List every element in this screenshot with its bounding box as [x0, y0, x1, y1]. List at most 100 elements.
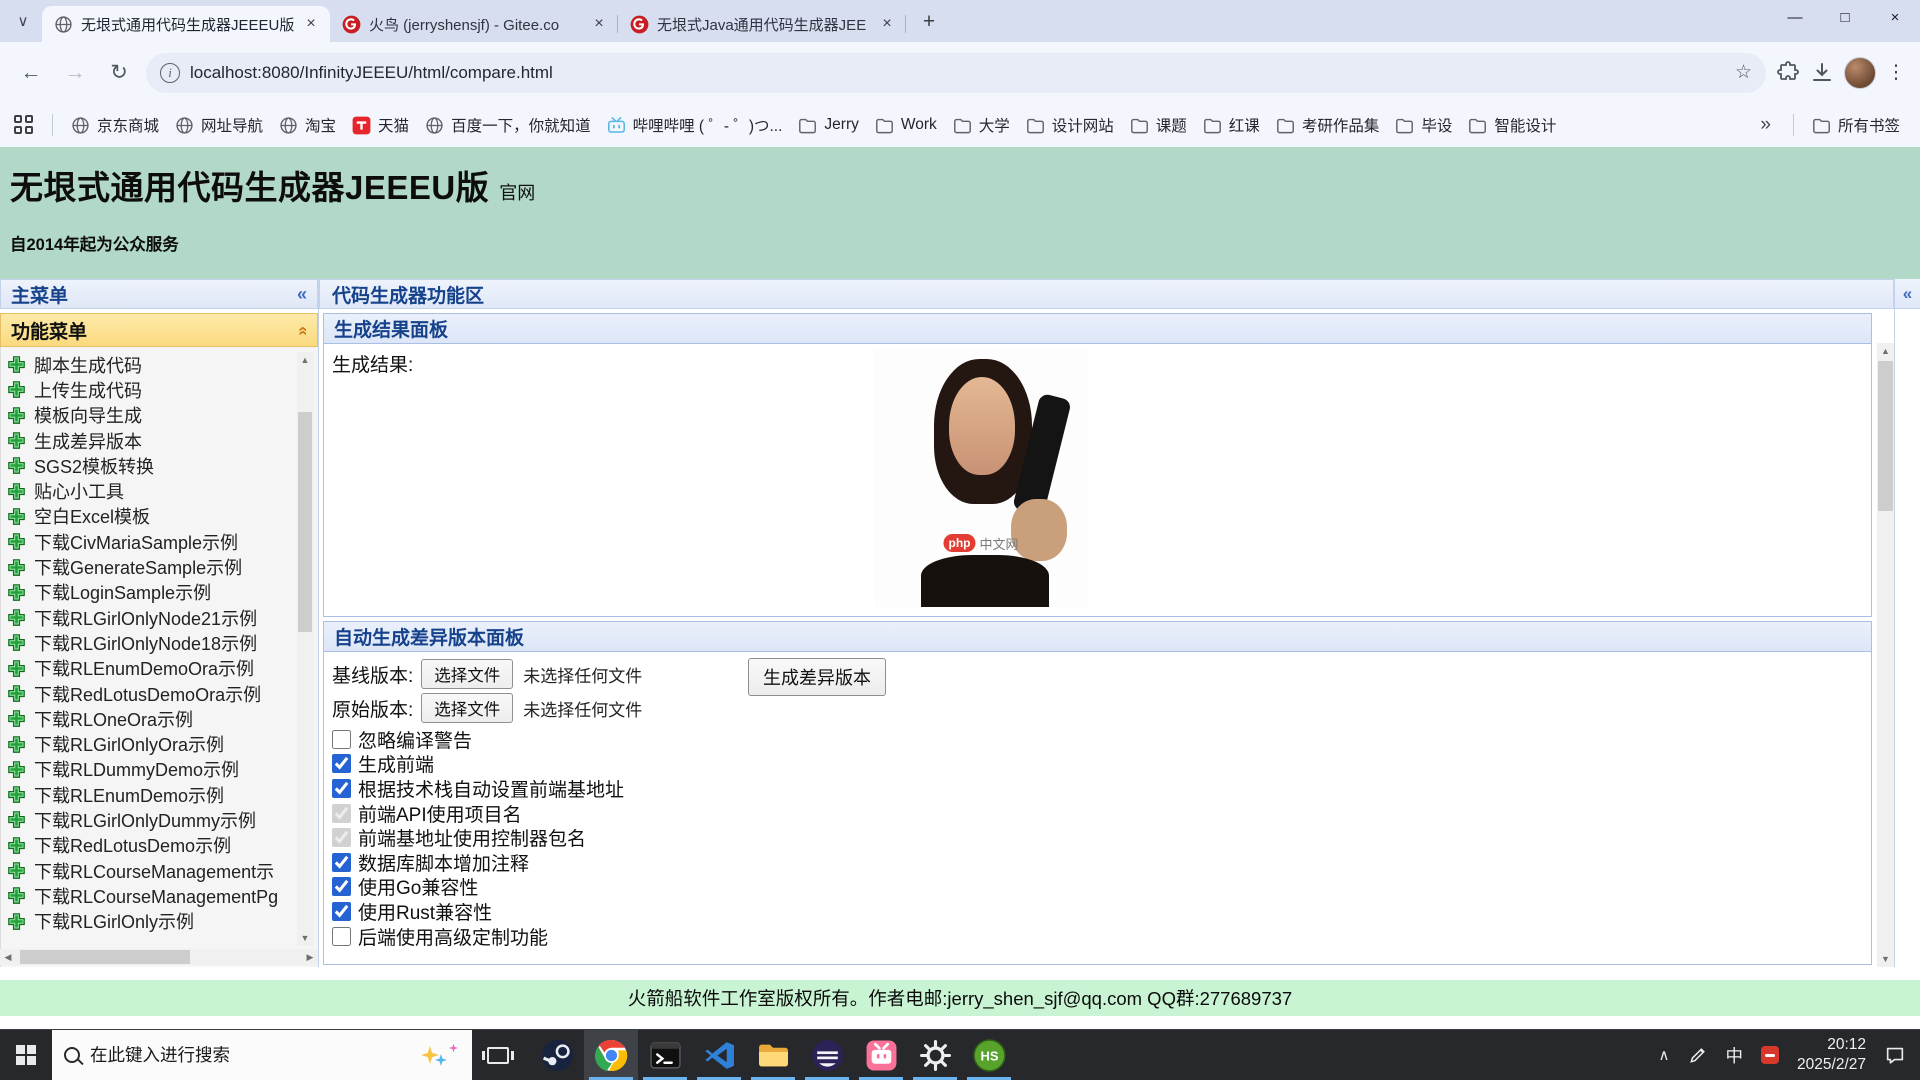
scroll-up-icon[interactable]: ▲ [297, 352, 313, 368]
vscode-icon[interactable] [692, 1030, 746, 1080]
sidebar-vertical-scrollbar[interactable]: ▲ ▼ [297, 352, 313, 946]
function-menu-header[interactable]: 功能菜单 « [0, 313, 318, 347]
bookmark-item[interactable]: Jerry [792, 112, 864, 139]
bookmark-item[interactable]: 毕设 [1389, 110, 1458, 140]
expand-panel-icon[interactable]: « [1895, 279, 1920, 309]
browser-tab[interactable]: 火鸟 (jerryshensjf) - Gitee.co × [330, 6, 618, 42]
sidebar-menu-item[interactable]: 下载LoginSample示例 [7, 580, 318, 605]
sidebar-menu-item[interactable]: 模板向导生成 [7, 403, 318, 428]
diff-option-checkbox[interactable] [332, 853, 351, 872]
profile-avatar[interactable] [1844, 57, 1876, 89]
sidebar-menu-item[interactable]: SGS2模板转换 [7, 453, 318, 478]
main-menu-header[interactable]: 主菜单 « [0, 279, 318, 309]
terminal-icon[interactable] [638, 1030, 692, 1080]
back-icon[interactable]: ← [14, 56, 48, 90]
sidebar-menu-item[interactable]: 空白Excel模板 [7, 504, 318, 529]
scroll-up-icon[interactable]: ▲ [1877, 343, 1894, 359]
scroll-down-icon[interactable]: ▼ [297, 930, 313, 946]
site-info-icon[interactable]: i [160, 63, 180, 83]
diff-option-checkbox[interactable] [332, 902, 351, 921]
bilibili-app-icon[interactable] [854, 1030, 908, 1080]
bookmark-star-icon[interactable]: ☆ [1735, 61, 1752, 84]
search-highlights-icon[interactable] [421, 1044, 458, 1066]
sidebar-menu-item[interactable]: 下载RLEnumDemo示例 [7, 782, 318, 807]
chrome-icon[interactable] [584, 1030, 638, 1080]
scroll-right-icon[interactable]: ▶ [302, 949, 318, 965]
browser-tab[interactable]: 无垠式Java通用代码生成器JEE × [618, 6, 906, 42]
diff-option-checkbox[interactable] [332, 828, 351, 847]
diff-option-checkbox[interactable] [332, 804, 351, 823]
refresh-icon[interactable]: ↻ [102, 56, 136, 90]
bookmark-item[interactable]: 哔哩哔哩 ( ゜- ゜)つ... [601, 110, 789, 140]
address-bar[interactable]: i localhost:8080/InfinityJEEEU/html/comp… [146, 53, 1766, 93]
sidebar-menu-item[interactable]: 脚本生成代码 [7, 352, 318, 377]
extensions-icon[interactable] [1776, 61, 1800, 85]
pen-icon[interactable] [1688, 1045, 1708, 1065]
sidebar-menu-item[interactable]: 下载RLGirlOnlyOra示例 [7, 731, 318, 756]
diff-option-checkbox[interactable] [332, 730, 351, 749]
sidebar-menu-item[interactable]: 下载RLDummyDemo示例 [7, 757, 318, 782]
bookmark-item[interactable]: 网址导航 [169, 110, 269, 140]
sidebar-menu-item[interactable]: 贴心小工具 [7, 478, 318, 503]
window-minimize-icon[interactable]: — [1770, 0, 1820, 34]
main-vertical-scrollbar[interactable]: ▲ ▼ [1877, 343, 1894, 967]
bookmark-item[interactable]: 大学 [947, 110, 1016, 140]
sidebar-menu-item[interactable]: 下载RLGirlOnlyDummy示例 [7, 807, 318, 832]
bookmark-item[interactable]: 红课 [1197, 110, 1266, 140]
bookmark-item[interactable]: 京东商城 [65, 110, 165, 140]
sidebar-menu-item[interactable]: 下载RLGirlOnlyNode21示例 [7, 605, 318, 630]
scrollbar-thumb[interactable] [298, 412, 312, 632]
apps-grid-icon[interactable] [14, 115, 34, 135]
forward-icon[interactable]: → [58, 56, 92, 90]
tray-expand-icon[interactable]: ∧ [1659, 1046, 1670, 1064]
hbuilder-icon[interactable] [962, 1030, 1016, 1080]
explorer-icon[interactable] [746, 1030, 800, 1080]
bookmark-item[interactable]: 百度一下，你就知道 [419, 110, 597, 140]
new-tab-button[interactable]: + [914, 8, 944, 38]
scrollbar-thumb[interactable] [1878, 361, 1893, 511]
sidebar-menu-item[interactable]: 下载RLOneOra示例 [7, 706, 318, 731]
sidebar-menu-item[interactable]: 下载RLCourseManagement示 [7, 858, 318, 883]
downloads-icon[interactable] [1810, 61, 1834, 85]
sidebar-menu-item[interactable]: 生成差异版本 [7, 428, 318, 453]
all-bookmarks-item[interactable]: 所有书签 [1806, 110, 1906, 140]
eclipse-icon[interactable] [800, 1030, 854, 1080]
collapse-left-icon[interactable]: « [297, 284, 307, 305]
sidebar-menu-item[interactable]: 上传生成代码 [7, 377, 318, 402]
sidebar-menu-item[interactable]: 下载RLGirlOnlyNode18示例 [7, 630, 318, 655]
official-site-link[interactable]: 官网 [499, 183, 535, 203]
sidebar-horizontal-scrollbar[interactable]: ◀ ▶ [0, 949, 318, 965]
tab-close-icon[interactable]: × [878, 15, 896, 33]
tab-close-icon[interactable]: × [302, 15, 320, 33]
sidebar-menu-item[interactable]: 下载GenerateSample示例 [7, 554, 318, 579]
sidebar-menu-item[interactable]: 下载RLEnumDemoOra示例 [7, 656, 318, 681]
sidebar-menu-item[interactable]: 下载RLCourseManagementPg [7, 883, 318, 908]
generate-diff-button[interactable]: 生成差异版本 [748, 658, 886, 696]
sidebar-menu-item[interactable]: 下载RLGirlOnly示例 [7, 909, 318, 934]
original-choose-file-button[interactable]: 选择文件 [421, 693, 513, 723]
window-maximize-icon[interactable]: □ [1820, 0, 1870, 34]
taskbar-clock[interactable]: 20:12 2025/2/27 [1797, 1035, 1866, 1075]
steam-icon[interactable] [530, 1030, 584, 1080]
diff-option-checkbox[interactable] [332, 927, 351, 946]
url-text[interactable]: localhost:8080/InfinityJEEEU/html/compar… [190, 63, 1725, 83]
diff-option-checkbox[interactable] [332, 754, 351, 773]
bookmark-item[interactable]: 课题 [1124, 110, 1193, 140]
browser-menu-icon[interactable]: ⋮ [1886, 61, 1906, 84]
browser-tab[interactable]: 无垠式通用代码生成器JEEEU版 × [42, 6, 330, 42]
start-button[interactable] [0, 1030, 52, 1080]
bookmark-item[interactable]: 考研作品集 [1270, 110, 1386, 140]
bookmark-item[interactable]: Work [869, 112, 943, 139]
diff-option-checkbox[interactable] [332, 877, 351, 896]
settings-icon[interactable] [908, 1030, 962, 1080]
bookmark-item[interactable]: 智能设计 [1462, 110, 1562, 140]
sidebar-menu-item[interactable]: 下载CivMariaSample示例 [7, 529, 318, 554]
taskbar-search-box[interactable] [52, 1030, 472, 1080]
bookmark-item[interactable]: 设计网站 [1020, 110, 1120, 140]
sidebar-menu-item[interactable]: 下载RedLotusDemo示例 [7, 833, 318, 858]
window-close-icon[interactable]: × [1870, 0, 1920, 34]
tab-close-icon[interactable]: × [590, 15, 608, 33]
sidebar-menu-item[interactable]: 下载RedLotusDemoOra示例 [7, 681, 318, 706]
diff-option-checkbox[interactable] [332, 779, 351, 798]
tray-app-icon[interactable] [1761, 1046, 1779, 1064]
